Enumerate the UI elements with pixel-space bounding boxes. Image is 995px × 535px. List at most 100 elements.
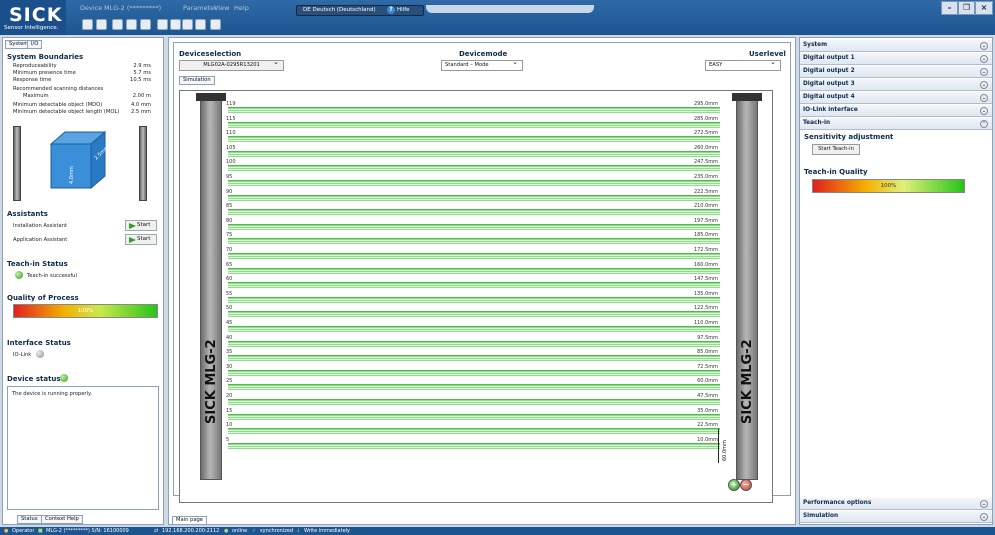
light-beam (228, 194, 720, 201)
chevron-down-icon[interactable]: ⌄ (980, 42, 988, 50)
zoom-out-icon[interactable]: − (740, 479, 752, 491)
chevron-down-icon[interactable]: ⌄ (980, 107, 988, 115)
reproducibility-value: 2.9 ms (133, 63, 151, 69)
restore-button[interactable]: ❐ (958, 1, 975, 15)
installation-start-button[interactable]: Start (125, 220, 157, 231)
section-digital-output-2[interactable]: Digital output 2 ⌄ (800, 66, 992, 78)
tab-io[interactable]: I/O (27, 40, 43, 49)
section-simulation[interactable]: Simulation ⌄ (800, 511, 992, 523)
device-serial-label: MLG-2 (*********) S/N: 16100009 (46, 528, 129, 534)
beam-number-label: 90 (226, 188, 233, 195)
beam-distance-label: 272.5mm (693, 130, 718, 137)
redo-icon[interactable] (182, 19, 193, 30)
light-beam (228, 253, 720, 259)
center-panel: Deviceselection MLG02A-0295R13201 Device… (168, 37, 796, 525)
beam-distance-label: 47.5mm (697, 393, 718, 399)
mol-label: Minimum detectable object length (MOL) (13, 109, 120, 115)
application-start-button[interactable]: Start (125, 234, 157, 245)
connect-icon[interactable] (82, 19, 93, 30)
reproducibility-label: Reproduceability (13, 63, 57, 69)
chevron-down-icon[interactable]: ⌄ (980, 513, 988, 521)
ip-address-label: 192.168.200.200:2112 (162, 528, 220, 534)
undo-dropdown-icon[interactable] (170, 19, 181, 30)
chevron-down-icon[interactable]: ⌄ (980, 94, 988, 102)
light-beam (228, 165, 720, 172)
application-assistant-label: Application Assistant (13, 237, 68, 243)
help-label[interactable]: Hilfe (397, 7, 410, 13)
response-time-value: 10.5 ms (130, 77, 151, 83)
section-digital-output-1[interactable]: Digital output 1 ⌄ (800, 53, 992, 65)
detectable-object-cube-icon (49, 130, 107, 190)
chevron-down-icon[interactable]: ⌄ (980, 81, 988, 89)
synchronized-icon: ✓ (252, 528, 257, 534)
receiver-pillar-icon (139, 126, 147, 201)
section-iolink-interface-label: IO-Link interface (803, 107, 858, 113)
beam-number-label: 5 (226, 436, 230, 443)
beam-number-label: 110 (226, 130, 236, 137)
light-beam (228, 136, 720, 143)
boundaries-title: System Boundaries (7, 53, 84, 61)
chevron-down-icon[interactable]: ⌄ (980, 68, 988, 76)
logo-text: SICK (9, 4, 63, 26)
zoom-in-icon[interactable]: + (728, 479, 740, 491)
section-performance-options[interactable]: Performance options ⌄ (800, 498, 992, 510)
response-time-label: Response time (13, 77, 52, 83)
tab-status[interactable]: Status (17, 515, 42, 524)
close-button[interactable]: × (975, 1, 993, 15)
section-system[interactable]: System ⌄ (800, 40, 992, 52)
language-bar[interactable]: DE Deutsch (Deutschland) ? Hilfe (296, 5, 424, 16)
section-teach-in[interactable]: Teach-in ⌃ (800, 118, 992, 130)
section-digital-output-4-label: Digital output 4 (803, 94, 855, 100)
userlevel-label: Userlevel (749, 50, 786, 58)
chevron-up-icon[interactable]: ⌃ (980, 120, 988, 128)
menu-view[interactable]: View (214, 4, 229, 12)
menu-parameter[interactable]: Parameter (183, 4, 217, 12)
section-digital-output-3[interactable]: Digital output 3 ⌄ (800, 79, 992, 91)
light-beam (228, 369, 720, 376)
beam-number-label: 100 (226, 159, 236, 166)
start-teachin-button[interactable]: Start Teach-in (812, 144, 860, 155)
beam-distance-label: 247.5mm (693, 159, 718, 166)
beam-distance-label: 285.0mm (693, 115, 718, 122)
beam-distance-label: 60.0mm (697, 378, 718, 385)
menu-help[interactable]: Help (234, 4, 249, 12)
scanning-distances-label: Recommended scanning distances (13, 86, 104, 92)
minimize-button[interactable]: – (941, 1, 958, 15)
settings-icon[interactable] (140, 19, 151, 30)
beam-distance-label: 35.0mm (697, 407, 718, 414)
tab-main-page[interactable]: Main page (172, 516, 207, 525)
simulation-area: SICK MLG-2 SICK MLG-2 119 295.0mm 115 285.0… (179, 90, 773, 503)
section-digital-output-4[interactable]: Digital output 4 ⌄ (800, 92, 992, 104)
beam-distance-label: 10.0mm (697, 436, 718, 443)
beam-distance-label: 260.0mm (693, 144, 718, 151)
save-icon[interactable] (112, 19, 123, 30)
light-beam (228, 180, 720, 186)
disconnect-icon[interactable] (96, 19, 107, 30)
devicemode-select[interactable]: Standard – Mode (441, 58, 523, 71)
undo-icon[interactable] (157, 19, 168, 30)
tab-context-help[interactable]: Context Help (41, 515, 83, 524)
help-icon[interactable]: ? (387, 6, 395, 14)
synchronized-label: synchronized (260, 528, 294, 534)
section-iolink-interface[interactable]: IO-Link interface ⌄ (800, 105, 992, 117)
device-icon: ■ (38, 528, 43, 534)
menu-device[interactable]: Device (80, 4, 102, 12)
beam-number-label: 119 (226, 101, 236, 107)
device-select-button[interactable]: MLG02A-0295R13201 (179, 58, 284, 71)
beam-distance-label: 222.5mm (693, 188, 718, 195)
userlevel-select[interactable]: EASY (705, 58, 781, 71)
menu-device-name[interactable]: MLG-2 (*********) (104, 4, 161, 12)
redo-dropdown-icon[interactable] (195, 19, 206, 30)
chevron-down-icon[interactable]: ⌄ (980, 500, 988, 508)
load-icon[interactable] (126, 19, 137, 30)
beam-number-label: 30 (226, 363, 233, 370)
beam-distance-label: 147.5mm (693, 276, 718, 283)
refresh-icon[interactable] (210, 19, 221, 30)
tab-simulation[interactable]: Simulation (179, 76, 215, 85)
teachin-success-icon (15, 271, 23, 279)
presence-time-label: Minimum presence time (13, 70, 76, 76)
chevron-down-icon[interactable]: ⌄ (980, 55, 988, 63)
language-label[interactable]: DE Deutsch (Deutschland) (303, 7, 376, 13)
receiver-cap (732, 93, 762, 101)
mol-value: 2.5 mm (130, 109, 151, 115)
